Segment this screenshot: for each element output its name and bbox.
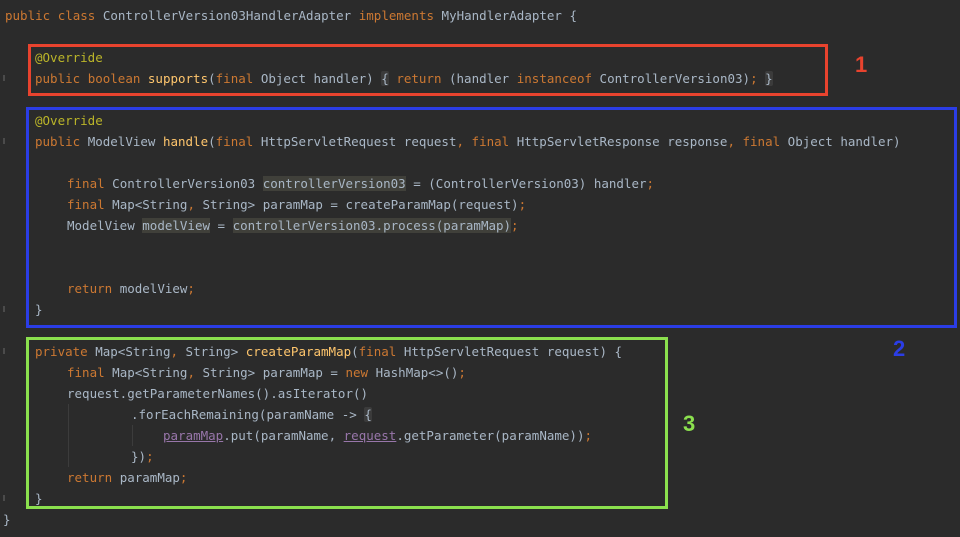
interface-name: MyHandlerAdapter xyxy=(441,8,562,23)
highlight-box-3 xyxy=(26,337,668,509)
fold-marker[interactable] xyxy=(3,138,5,144)
class-name: ControllerVersion03HandlerAdapter xyxy=(102,8,352,23)
keyword: public xyxy=(5,8,51,23)
fold-marker[interactable] xyxy=(3,306,5,312)
keyword: implements xyxy=(358,8,435,23)
annotation-label-2: 2 xyxy=(893,336,906,361)
fold-marker[interactable] xyxy=(3,348,5,354)
editor-gutter xyxy=(0,0,20,537)
highlight-box-1 xyxy=(28,44,828,96)
brace: } xyxy=(3,512,11,527)
highlight-box-2 xyxy=(26,107,957,328)
keyword: class xyxy=(57,8,96,23)
class-close-brace: } xyxy=(3,509,11,530)
brace: { xyxy=(569,8,578,23)
fold-marker[interactable] xyxy=(3,495,5,501)
annotation-label-3: 3 xyxy=(683,411,696,436)
annotation-label-1: 1 xyxy=(855,52,868,77)
fold-marker[interactable] xyxy=(3,75,5,81)
class-declaration-line: public class ControllerVersion03HandlerA… xyxy=(5,5,577,26)
